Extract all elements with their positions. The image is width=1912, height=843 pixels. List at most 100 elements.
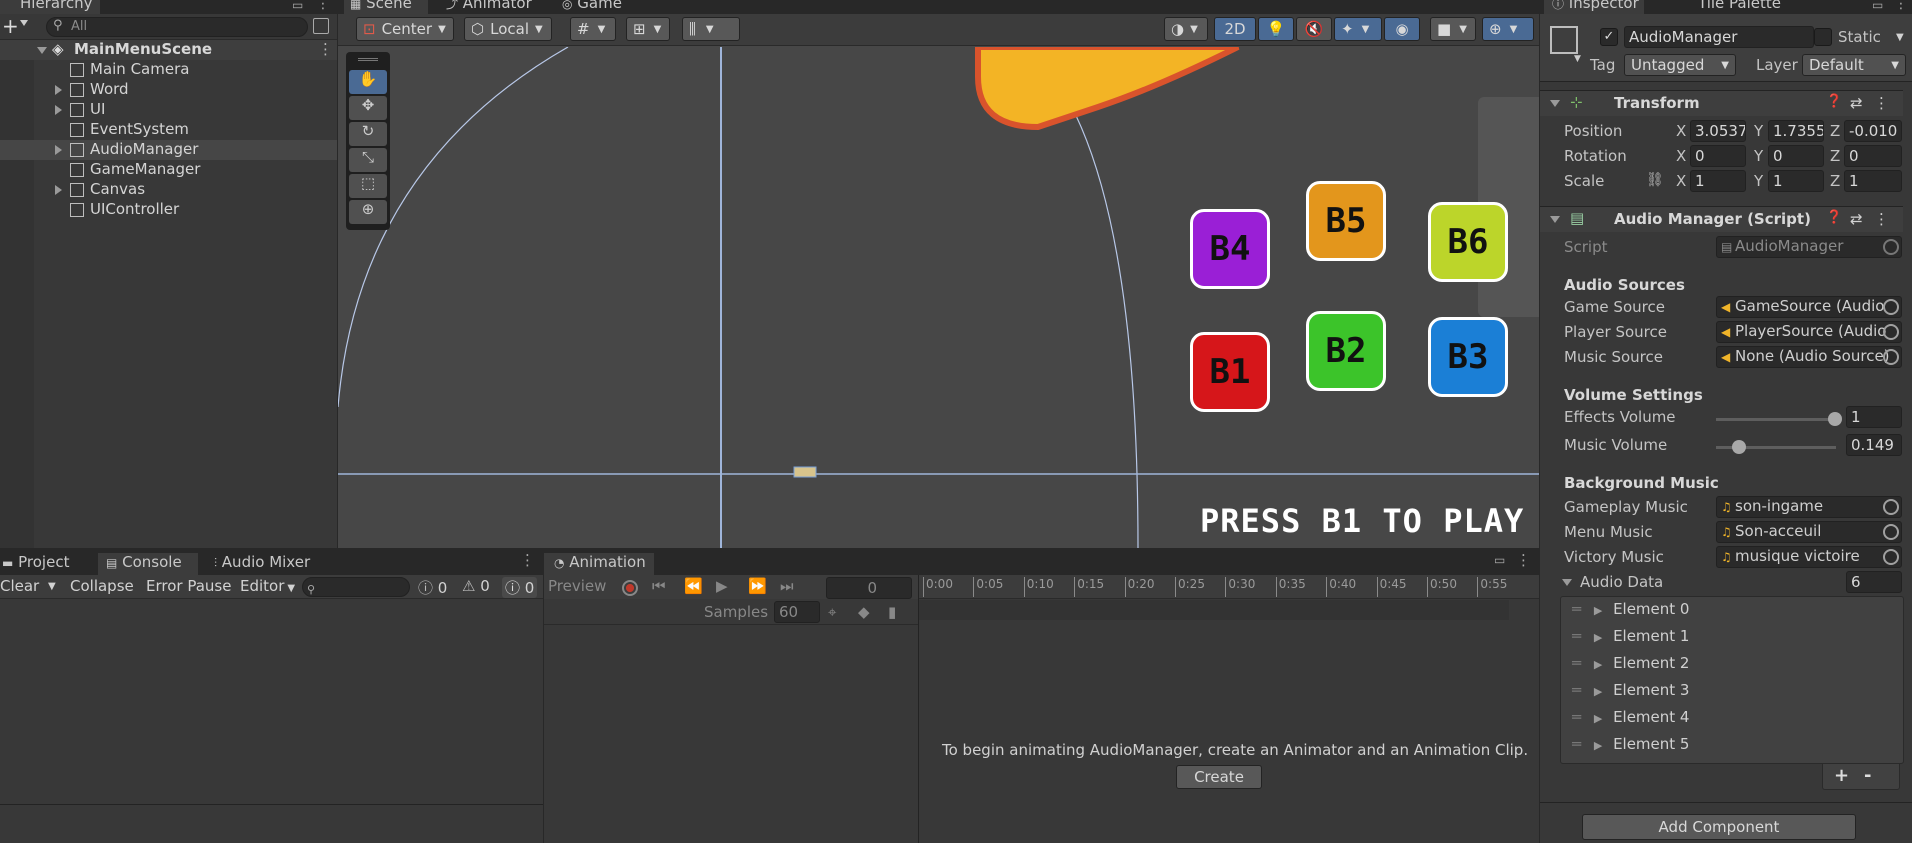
collapse-arrow-icon[interactable] [1550, 216, 1560, 223]
drag-handle-icon[interactable]: ═ [1572, 708, 1581, 726]
palette-grip-icon[interactable] [358, 58, 378, 61]
console-log-area[interactable] [0, 600, 543, 803]
tab-console[interactable]: ▤ Console [98, 553, 198, 575]
object-picker-icon[interactable] [1883, 324, 1899, 340]
increment-snap-button[interactable]: ⊞ ▼ [626, 17, 670, 41]
hierarchy-item-ui[interactable]: UI [0, 100, 337, 120]
scene-row[interactable]: ◈ MainMenuScene ⋮ [0, 40, 337, 60]
scale-x-input[interactable]: 1 [1690, 170, 1746, 192]
expand-arrow-icon[interactable] [55, 105, 62, 115]
add-dropdown-icon[interactable] [20, 20, 28, 26]
scene-viewport[interactable]: B4 B5 B6 B1 B2 B3 PRESS B1 TO PLAY [338, 47, 1539, 548]
list-item[interactable]: ═ ▶ Element 3 [1572, 681, 1689, 703]
tab-hierarchy[interactable]: Hierarchy [0, 0, 100, 14]
rotation-y-input[interactable]: 0 [1768, 145, 1824, 167]
hierarchy-search-input[interactable]: ⚲ All [46, 17, 308, 37]
list-item[interactable]: ═ ▶ Element 1 [1572, 627, 1689, 649]
effects-volume-input[interactable]: 1 [1846, 406, 1902, 428]
victory-music-field[interactable]: ♫ musique victoire [1716, 546, 1902, 568]
effects-volume-slider-handle[interactable] [1828, 412, 1842, 426]
prev-keyframe-button[interactable]: ⏪ [684, 577, 703, 595]
effects-volume-slider-track[interactable] [1716, 418, 1836, 421]
hierarchy-item-gamemanager[interactable]: GameManager [0, 160, 337, 180]
console-menu-icon[interactable]: ⋮ [520, 551, 535, 569]
help-icon[interactable]: ❓ [1826, 94, 1842, 109]
object-picker-icon[interactable] [1883, 499, 1899, 515]
preview-button[interactable]: Preview [548, 577, 606, 595]
add-keyframe-icon[interactable]: ◆ [858, 603, 870, 621]
pivot-local-dropdown[interactable]: ⬡ Local ▼ [464, 17, 552, 41]
tab-inspector[interactable]: ⓘ Inspector [1544, 0, 1644, 14]
expand-arrow-icon[interactable]: ▶ [1594, 685, 1602, 698]
preset-icon[interactable]: ⇄ [1850, 210, 1863, 228]
filter-keyframes-icon[interactable]: ⌖ [828, 603, 836, 621]
search-by-type-icon[interactable] [313, 18, 329, 34]
timeline-track-area[interactable] [919, 600, 1539, 843]
info-count-toggle[interactable]: ⓘ 0 [418, 577, 447, 598]
add-element-button[interactable]: + [1834, 765, 1849, 786]
collapse-arrow-icon[interactable] [1550, 100, 1560, 107]
add-component-button[interactable]: Add Component [1582, 814, 1856, 840]
tab-tile-palette[interactable]: Tile Palette [1698, 0, 1781, 14]
object-name-input[interactable]: AudioManager [1624, 26, 1814, 48]
list-item[interactable]: ═ ▶ Element 2 [1572, 654, 1689, 676]
draw-mode-button[interactable]: ◑ ▼ [1164, 17, 1208, 41]
first-keyframe-button[interactable]: ⏮ [652, 577, 666, 595]
editor-dropdown[interactable]: Editor ▼ [240, 577, 295, 595]
tag-dropdown[interactable]: Untagged ▼ [1624, 54, 1736, 76]
expand-arrow-icon[interactable] [37, 47, 47, 54]
audio-manager-script-header[interactable]: ▤ Audio Manager (Script) ❓ ⇄ ⋮ [1540, 206, 1903, 232]
list-item[interactable]: ═ ▶ Element 4 [1572, 708, 1689, 730]
list-item[interactable]: ═ ▶ Element 0 [1572, 600, 1689, 622]
hierarchy-item-main-camera[interactable]: Main Camera [0, 60, 337, 80]
component-menu-icon[interactable]: ⋮ [1874, 210, 1889, 228]
transform-header[interactable]: ⊹ Transform ❓ ⇄ ⋮ [1540, 90, 1903, 116]
list-item[interactable]: ═ ▶ Element 5 [1572, 735, 1689, 757]
object-picker-icon[interactable] [1883, 349, 1899, 365]
player-source-field[interactable]: ◀ PlayerSource (Audio [1716, 321, 1902, 343]
last-keyframe-button[interactable]: ⏭ [780, 577, 794, 595]
position-x-input[interactable]: 3.0537 [1690, 120, 1746, 142]
gizmos-button[interactable]: ⊕ ▼ [1482, 17, 1534, 41]
inspector-menu-icon[interactable]: ⋮ [1894, 0, 1908, 12]
hierarchy-item-canvas[interactable]: Canvas [0, 180, 337, 200]
hierarchy-item-uicontroller[interactable]: UIController [0, 200, 337, 220]
hierarchy-item-word[interactable]: Word [0, 80, 337, 100]
music-source-field[interactable]: ◀ None (Audio Source) [1716, 346, 1902, 368]
animation-menu-icon[interactable]: ⋮ [1516, 551, 1531, 569]
clear-button[interactable]: Clear [0, 577, 39, 595]
expand-arrow-icon[interactable]: ▶ [1594, 631, 1602, 644]
audio-button[interactable]: 🔇 [1296, 17, 1332, 41]
music-volume-slider-handle[interactable] [1732, 440, 1746, 454]
align-button[interactable]: ⫼ ▼ [682, 17, 740, 41]
animation-lock-icon[interactable]: ▭ [1494, 553, 1505, 567]
rotate-tool-button[interactable]: ↻ [349, 122, 387, 146]
selected-object-gizmo[interactable] [793, 466, 817, 478]
samples-input[interactable]: 60 [774, 601, 820, 623]
lock-icon[interactable]: ▭ [292, 0, 303, 12]
hierarchy-item-audiomanager[interactable]: AudioManager [0, 140, 337, 160]
expand-arrow-icon[interactable]: ▶ [1594, 712, 1602, 725]
rotation-z-input[interactable]: 0 [1844, 145, 1902, 167]
expand-arrow-icon[interactable]: ▶ [1594, 604, 1602, 617]
lighting-button[interactable]: 💡 [1258, 17, 1294, 41]
link-scale-icon[interactable]: ⛓ [1646, 172, 1664, 188]
object-picker-icon[interactable] [1883, 524, 1899, 540]
hierarchy-item-eventsystem[interactable]: EventSystem [0, 120, 337, 140]
expand-arrow-icon[interactable] [55, 185, 62, 195]
inspector-lock-icon[interactable]: ▭ [1872, 0, 1883, 12]
object-picker-icon[interactable] [1883, 549, 1899, 565]
add-event-icon[interactable]: ▮ [888, 603, 896, 621]
rect-tool-button[interactable]: ⬚ [349, 174, 387, 198]
active-checkbox[interactable]: ✓ [1600, 28, 1618, 46]
expand-arrow-icon[interactable] [55, 85, 62, 95]
hand-tool-button[interactable]: ✋ [349, 70, 387, 94]
collapse-button[interactable]: Collapse [70, 577, 134, 595]
scene-menu-icon[interactable]: ⋮ [318, 40, 333, 58]
music-volume-input[interactable]: 0.149 [1846, 434, 1902, 456]
position-z-input[interactable]: -0.010 [1844, 120, 1902, 142]
rotation-x-input[interactable]: 0 [1690, 145, 1746, 167]
grid-snap-button[interactable]: # ▼ [570, 17, 616, 41]
drag-handle-icon[interactable]: ═ [1572, 654, 1581, 672]
audio-data-expand-icon[interactable] [1562, 579, 1572, 586]
